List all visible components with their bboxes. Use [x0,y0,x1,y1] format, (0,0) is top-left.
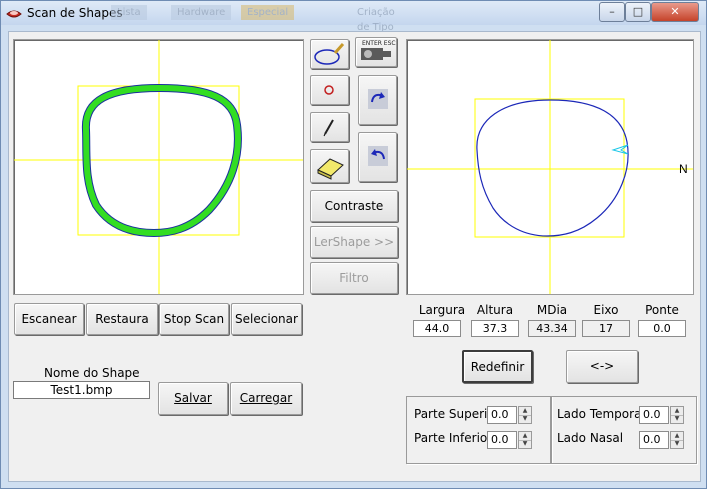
redefine-button[interactable]: Redefinir [462,350,533,383]
top-part-input[interactable]: 0.0 [487,406,517,424]
axis-value: 17 [582,320,630,337]
bridge-value: 0.0 [638,320,686,337]
background-tab: Criação de Tipo [357,7,395,33]
camera-icon: ENTER ESC [361,40,396,60]
mean-diameter-value: 43.34 [528,320,576,337]
spin-down-icon[interactable]: ▼ [671,415,683,423]
top-part-spinner[interactable]: ▲ ▼ [518,406,532,424]
nasal-side-label: Lado Nasal [557,431,624,445]
filter-button[interactable]: Filtro [310,262,398,294]
load-button[interactable]: Carregar [230,382,302,415]
background-tab: Especial [241,5,295,20]
mean-diameter-label: MDia [536,303,568,317]
shape-name-label: Nome do Shape [44,366,140,380]
bridge-label: Ponte [645,303,679,317]
spin-down-icon[interactable]: ▼ [519,440,531,448]
width-value: 44.0 [413,320,461,337]
height-value: 37.3 [471,320,519,337]
stop-scan-button-label: Stop Scan [163,312,225,326]
circle-icon [324,85,334,95]
save-button[interactable]: Salvar [158,382,228,415]
bottom-part-label: Parte Inferior [414,431,493,445]
minimize-button[interactable]: – [599,2,625,22]
eraser-icon [317,158,344,180]
bottom-part-spinner[interactable]: ▲ ▼ [518,431,532,449]
contrast-button[interactable]: Contraste [310,190,398,222]
preview-canvas: N [407,40,693,294]
select-button[interactable]: Selecionar [231,303,302,335]
close-button[interactable]: ✕ [651,2,699,22]
restore-button-label: Restaura [95,312,149,326]
scan-button[interactable]: Escanear [14,303,84,335]
camera-caption: ENTER ESC [362,40,396,47]
swap-button-label: <-> [589,359,615,373]
temporal-side-label: Lado Temporal [557,407,645,421]
spin-down-icon[interactable]: ▼ [671,440,683,448]
eraser-tool[interactable] [310,149,349,183]
scan-image-panel [13,39,304,295]
scan-de-shapes-window: Scan de Shapes Lista Hardware Especial C… [0,0,707,489]
redefine-button-label: Redefinir [470,360,525,374]
axis-arrow-icon [611,144,629,155]
nasal-side-spinner[interactable]: ▲ ▼ [670,431,684,449]
read-shape-button[interactable]: LerShape >> [310,226,398,258]
circle-tool[interactable] [310,75,349,105]
contrast-button-label: Contraste [324,199,384,213]
pencil-icon [323,119,334,137]
background-tab: Lista [111,5,147,20]
maximize-button[interactable]: □ [625,2,651,22]
camera-capture-button[interactable]: ENTER ESC [355,37,397,67]
window-title: Scan de Shapes [27,6,123,20]
preview-shape-outline [476,99,629,237]
client-area: ENTER ESC Contraste LerShape >> Filtro N… [8,31,701,482]
width-label: Largura [418,303,466,317]
temporal-side-input[interactable]: 0.0 [639,406,669,424]
redo-button[interactable] [358,75,397,125]
save-button-label: Salvar [174,391,212,405]
nasal-side-input[interactable]: 0.0 [639,431,669,449]
swap-button[interactable]: <-> [566,350,638,383]
spin-down-icon[interactable]: ▼ [519,415,531,423]
filter-button-label: Filtro [339,271,369,285]
scan-button-label: Escanear [21,312,77,326]
temporal-side-spinner[interactable]: ▲ ▼ [670,406,684,424]
app-icon [6,10,22,18]
scanned-shape-canvas [14,40,303,294]
undo-icon [368,146,388,166]
draw-ellipse-tool[interactable] [310,39,349,69]
shape-name-input[interactable]: Test1.bmp [13,381,150,399]
load-button-label: Carregar [239,391,293,405]
axis-label: Eixo [593,303,619,317]
ellipse-pen-icon [314,43,345,65]
height-label: Altura [476,303,514,317]
pencil-tool[interactable] [310,112,349,142]
read-shape-button-label: LerShape >> [313,235,395,249]
bottom-part-input[interactable]: 0.0 [487,431,517,449]
shape-preview-panel: N [406,39,694,295]
redo-icon [368,89,388,109]
undo-button[interactable] [358,132,397,182]
restore-button[interactable]: Restaura [86,303,158,335]
stop-scan-button[interactable]: Stop Scan [159,303,229,335]
nasal-marker: N [679,162,688,176]
background-tab: Hardware [171,5,232,20]
title-bar: Scan de Shapes Lista Hardware Especial C… [1,1,706,33]
select-button-label: Selecionar [235,312,298,326]
